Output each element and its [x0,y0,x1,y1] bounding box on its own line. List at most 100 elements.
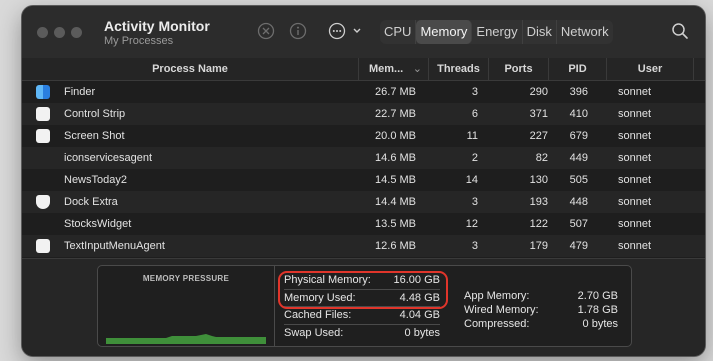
user-value: sonnet [618,152,652,164]
stat-value: 1.78 GB [577,304,618,316]
stat-label: Swap Used: [284,326,344,339]
process-name: iconservicesagent [64,152,153,164]
column-user[interactable]: User [606,58,694,80]
pid-value: 410 [569,108,588,120]
process-filter-subtitle[interactable]: My Processes [104,35,173,47]
table-row[interactable]: Control Strip 22.7 MB 6 371 410 sonnet [22,103,705,125]
ports-value: 82 [535,152,548,164]
table-row[interactable]: NewsToday2 14.5 MB 14 130 505 sonnet [22,169,705,191]
finder-icon [36,85,50,99]
threads-value: 3 [471,86,478,98]
app-icon [36,239,50,253]
memory-value: 20.0 MB [375,130,416,142]
stat-value: 4.04 GB [399,309,440,321]
column-threads[interactable]: Threads [428,58,488,80]
process-name: Screen Shot [64,130,125,142]
ports-value: 179 [529,240,548,252]
memory-pressure-graph [106,334,266,344]
toolbar: Activity Monitor My Processes CPU Memory… [22,6,705,58]
stat-label: Wired Memory: [464,304,539,316]
stop-process-icon[interactable] [257,22,275,40]
threads-value: 3 [471,196,478,208]
table-header: Process Name Mem... ⌄ Threads Ports PID … [22,58,705,81]
table-row[interactable]: TextInputMenuAgent 12.6 MB 3 179 479 son… [22,235,705,257]
tab-network[interactable]: Network [557,20,613,44]
column-memory-label: Mem... [369,63,404,75]
app-icon [36,129,50,143]
column-memory[interactable]: Mem... ⌄ [358,58,428,80]
pid-value: 396 [569,86,588,98]
user-value: sonnet [618,108,652,120]
ports-value: 193 [529,196,548,208]
user-value: sonnet [618,174,652,186]
category-tabs: CPU Memory Energy Disk Network [380,20,613,44]
process-name: TextInputMenuAgent [64,240,165,252]
app-title: Activity Monitor [104,18,210,34]
user-value: sonnet [618,196,652,208]
stat-label: App Memory: [464,290,530,302]
memory-value: 26.7 MB [375,86,416,98]
tab-memory[interactable]: Memory [416,20,473,44]
memory-value: 14.4 MB [375,196,416,208]
pid-value: 479 [569,240,588,252]
ports-value: 130 [529,174,548,186]
user-value: sonnet [618,86,652,98]
process-name: NewsToday2 [64,174,127,186]
stat-value: 0 bytes [582,318,618,330]
pid-value: 448 [569,196,588,208]
memory-value: 14.5 MB [375,174,416,186]
activity-monitor-window: Activity Monitor My Processes CPU Memory… [22,6,705,356]
threads-value: 2 [471,152,478,164]
chevron-down-icon[interactable] [348,22,366,40]
memory-pressure-title: MEMORY PRESSURE [142,274,230,283]
highlight-annotation [278,271,448,309]
column-pid[interactable]: PID [548,58,606,80]
table-row[interactable]: Finder 26.7 MB 3 290 396 sonnet [22,81,705,103]
table-row[interactable]: StocksWidget 13.5 MB 12 122 507 sonnet [22,213,705,235]
threads-value: 14 [465,174,478,186]
column-ports[interactable]: Ports [488,58,548,80]
zoom-window-button[interactable] [71,27,82,38]
minimize-window-button[interactable] [54,27,65,38]
pid-value: 507 [569,218,588,230]
app-icon [36,107,50,121]
memory-breakdown: App Memory: 2.70 GB Wired Memory: 1.78 G… [458,288,626,330]
shield-icon [36,195,50,209]
memory-value: 13.5 MB [375,218,416,230]
memory-pressure-section: MEMORY PRESSURE [98,266,275,346]
tab-energy[interactable]: Energy [472,20,523,44]
tab-cpu[interactable]: CPU [380,20,417,44]
memory-value: 12.6 MB [375,240,416,252]
user-value: sonnet [618,240,652,252]
threads-value: 6 [471,108,478,120]
stat-label: Compressed: [464,318,530,330]
stat-value: 0 bytes [404,326,440,339]
more-actions-icon[interactable] [328,22,346,40]
process-table: Finder 26.7 MB 3 290 396 sonnet Control … [22,81,705,257]
user-value: sonnet [618,130,652,142]
column-process-name[interactable]: Process Name [22,58,358,80]
process-name: Control Strip [64,108,126,120]
close-window-button[interactable] [37,27,48,38]
process-name: StocksWidget [64,218,132,230]
ports-value: 122 [529,218,548,230]
tab-disk[interactable]: Disk [523,20,557,44]
info-icon[interactable] [289,22,307,40]
process-name: Dock Extra [64,196,118,208]
pid-value: 449 [569,152,588,164]
stat-value: 2.70 GB [577,290,618,302]
cached-files-row: Cached Files: 4.04 GB [278,307,448,325]
user-value: sonnet [618,218,652,230]
table-row[interactable]: iconservicesagent 14.6 MB 2 82 449 sonne… [22,147,705,169]
memory-value: 22.7 MB [375,108,416,120]
table-row[interactable]: Screen Shot 20.0 MB 11 227 679 sonnet [22,125,705,147]
memory-value: 14.6 MB [375,152,416,164]
stat-label: Cached Files: [284,309,352,321]
ports-value: 227 [529,130,548,142]
pid-value: 505 [569,174,588,186]
pid-value: 679 [569,130,588,142]
search-icon[interactable] [670,21,690,41]
wired-memory-row: Wired Memory: 1.78 GB [458,302,626,316]
ports-value: 290 [529,86,548,98]
table-row[interactable]: Dock Extra 14.4 MB 3 193 448 sonnet [22,191,705,213]
